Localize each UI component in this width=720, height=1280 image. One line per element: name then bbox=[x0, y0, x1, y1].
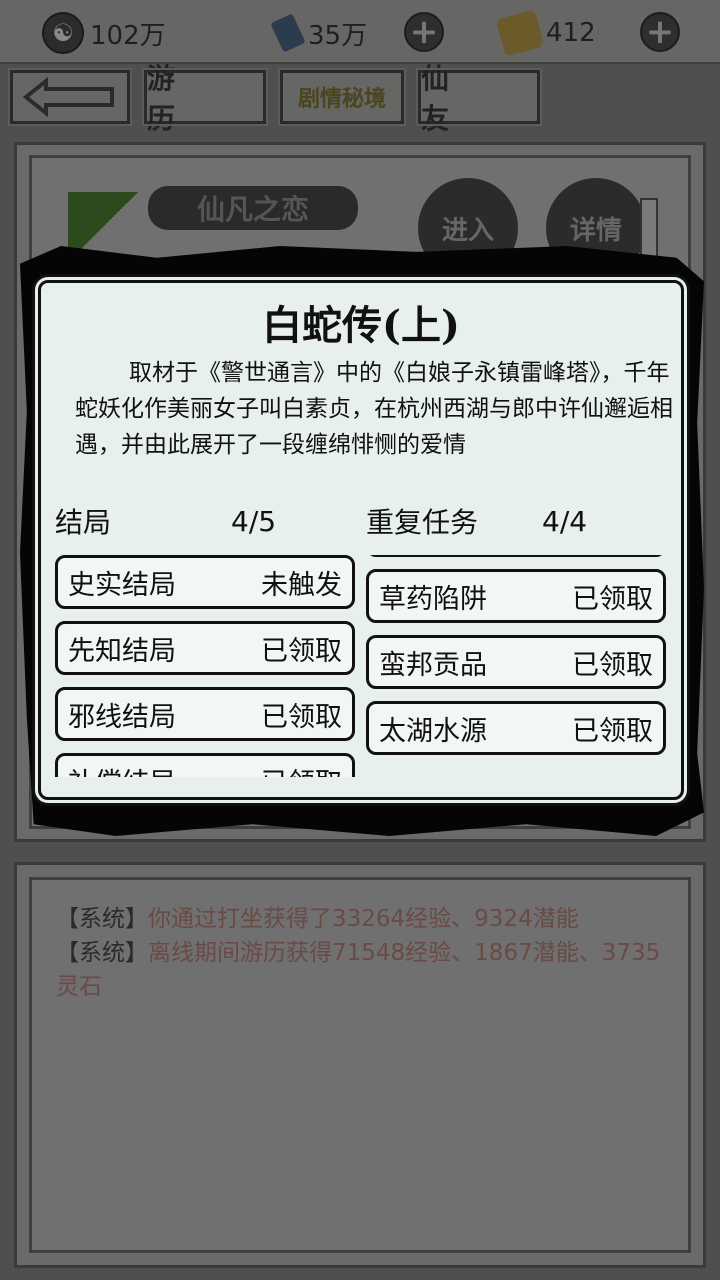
log-tag: 【系统】 bbox=[56, 940, 148, 966]
repeat-tasks-column: 重复任务 4/4 草药陷阱 已领取 蛮邦贡品 已领取 太湖水源 已领取 bbox=[366, 493, 666, 755]
scroll-resource: 412 bbox=[495, 9, 596, 57]
scroll-icon bbox=[495, 9, 545, 57]
item-status: 已领取 bbox=[572, 583, 653, 615]
silver-resource: ☯ 102万 bbox=[42, 10, 166, 56]
tab-friends[interactable]: 仙 友 bbox=[416, 62, 542, 135]
endings-header: 结局 4/5 bbox=[55, 493, 355, 549]
silver-amount: 102万 bbox=[90, 20, 166, 51]
resource-bar: ☯ 102万 35万 + 412 + bbox=[0, 0, 720, 64]
item-name: 太湖水源 bbox=[379, 715, 487, 747]
list-item[interactable]: 蛮邦贡品 已领取 bbox=[366, 635, 666, 689]
endings-label: 结局 bbox=[55, 506, 112, 539]
endings-count: 4/5 bbox=[231, 504, 277, 538]
item-name: 先知结局 bbox=[68, 635, 176, 667]
repeat-tasks-label: 重复任务 bbox=[366, 506, 479, 539]
repeat-tasks-list[interactable]: 草药陷阱 已领取 蛮邦贡品 已领取 太湖水源 已领取 bbox=[366, 555, 666, 777]
repeat-tasks-count: 4/4 bbox=[542, 504, 588, 538]
tab-story-realm[interactable]: 剧情秘境 bbox=[278, 68, 406, 126]
item-name: 补偿结局 bbox=[68, 761, 176, 778]
item-name: 蛮邦贡品 bbox=[379, 649, 487, 681]
tab-travel[interactable]: 游 历 bbox=[142, 62, 268, 135]
plus-icon: + bbox=[409, 12, 439, 52]
back-button[interactable] bbox=[8, 68, 132, 126]
item-status: 已领取 bbox=[572, 649, 653, 681]
log-text: 你通过打坐获得了33264经验、9324潜能 bbox=[148, 906, 579, 932]
add-scrolls-button[interactable]: + bbox=[640, 12, 680, 52]
item-name: 史实结局 bbox=[68, 569, 176, 601]
item-status: 已领取 bbox=[261, 761, 342, 778]
add-gems-button[interactable]: + bbox=[404, 12, 444, 52]
list-item[interactable]: 史实结局 未触发 bbox=[55, 555, 355, 609]
plus-icon: + bbox=[645, 12, 675, 52]
gem-resource: 35万 bbox=[270, 10, 368, 56]
item-name: 草药陷阱 bbox=[379, 583, 487, 615]
nav-tabs: 游 历 剧情秘境 仙 友 bbox=[8, 62, 542, 135]
item-status: 已领取 bbox=[572, 715, 653, 747]
back-arrow-icon bbox=[22, 77, 114, 117]
list-item[interactable]: 补偿结局 已领取 bbox=[55, 753, 355, 777]
item-status: 未触发 bbox=[261, 569, 342, 601]
log-line: 【系统】你通过打坐获得了33264经验、9324潜能 bbox=[56, 902, 664, 936]
modal-description: 取材于《警世通言》中的《白娘子永镇雷峰塔》，千年蛇妖化作美丽女子叫白素贞，在杭州… bbox=[75, 360, 673, 458]
gem-icon bbox=[270, 13, 306, 53]
endings-column: 结局 4/5 史实结局 未触发 先知结局 已领取 邪线结局 已领取 补偿结局 已… bbox=[55, 493, 355, 777]
endings-list[interactable]: 史实结局 未触发 先知结局 已领取 邪线结局 已领取 补偿结局 已领取 bbox=[55, 555, 355, 777]
item-name: 邪线结局 bbox=[68, 701, 176, 733]
yin-yang-icon: ☯ bbox=[42, 12, 84, 54]
modal-title: 白蛇传(上) bbox=[262, 302, 460, 349]
list-item[interactable]: 太湖水源 已领取 bbox=[366, 701, 666, 755]
system-log-panel: 【系统】你通过打坐获得了33264经验、9324潜能 【系统】离线期间游历获得7… bbox=[14, 862, 706, 1268]
list-item[interactable]: 邪线结局 已领取 bbox=[55, 687, 355, 741]
repeat-tasks-header: 重复任务 4/4 bbox=[366, 493, 666, 549]
item-status: 已领取 bbox=[261, 635, 342, 667]
list-item[interactable]: 先知结局 已领取 bbox=[55, 621, 355, 675]
story-detail-modal: 白蛇传(上) 取材于《警世通言》中的《白娘子永镇雷峰塔》，千年蛇妖化作美丽女子叫… bbox=[38, 280, 684, 800]
system-log: 【系统】你通过打坐获得了33264经验、9324潜能 【系统】离线期间游历获得7… bbox=[29, 877, 691, 1253]
log-tag: 【系统】 bbox=[56, 906, 148, 932]
list-item-partial[interactable] bbox=[366, 555, 666, 557]
story-card-title: 仙凡之恋 bbox=[148, 186, 358, 230]
scroll-amount: 412 bbox=[546, 18, 596, 48]
item-status: 已领取 bbox=[261, 701, 342, 733]
gem-amount: 35万 bbox=[308, 20, 368, 51]
log-line: 【系统】离线期间游历获得71548经验、1867潜能、3735灵石 bbox=[56, 936, 664, 1004]
list-item[interactable]: 草药陷阱 已领取 bbox=[366, 569, 666, 623]
